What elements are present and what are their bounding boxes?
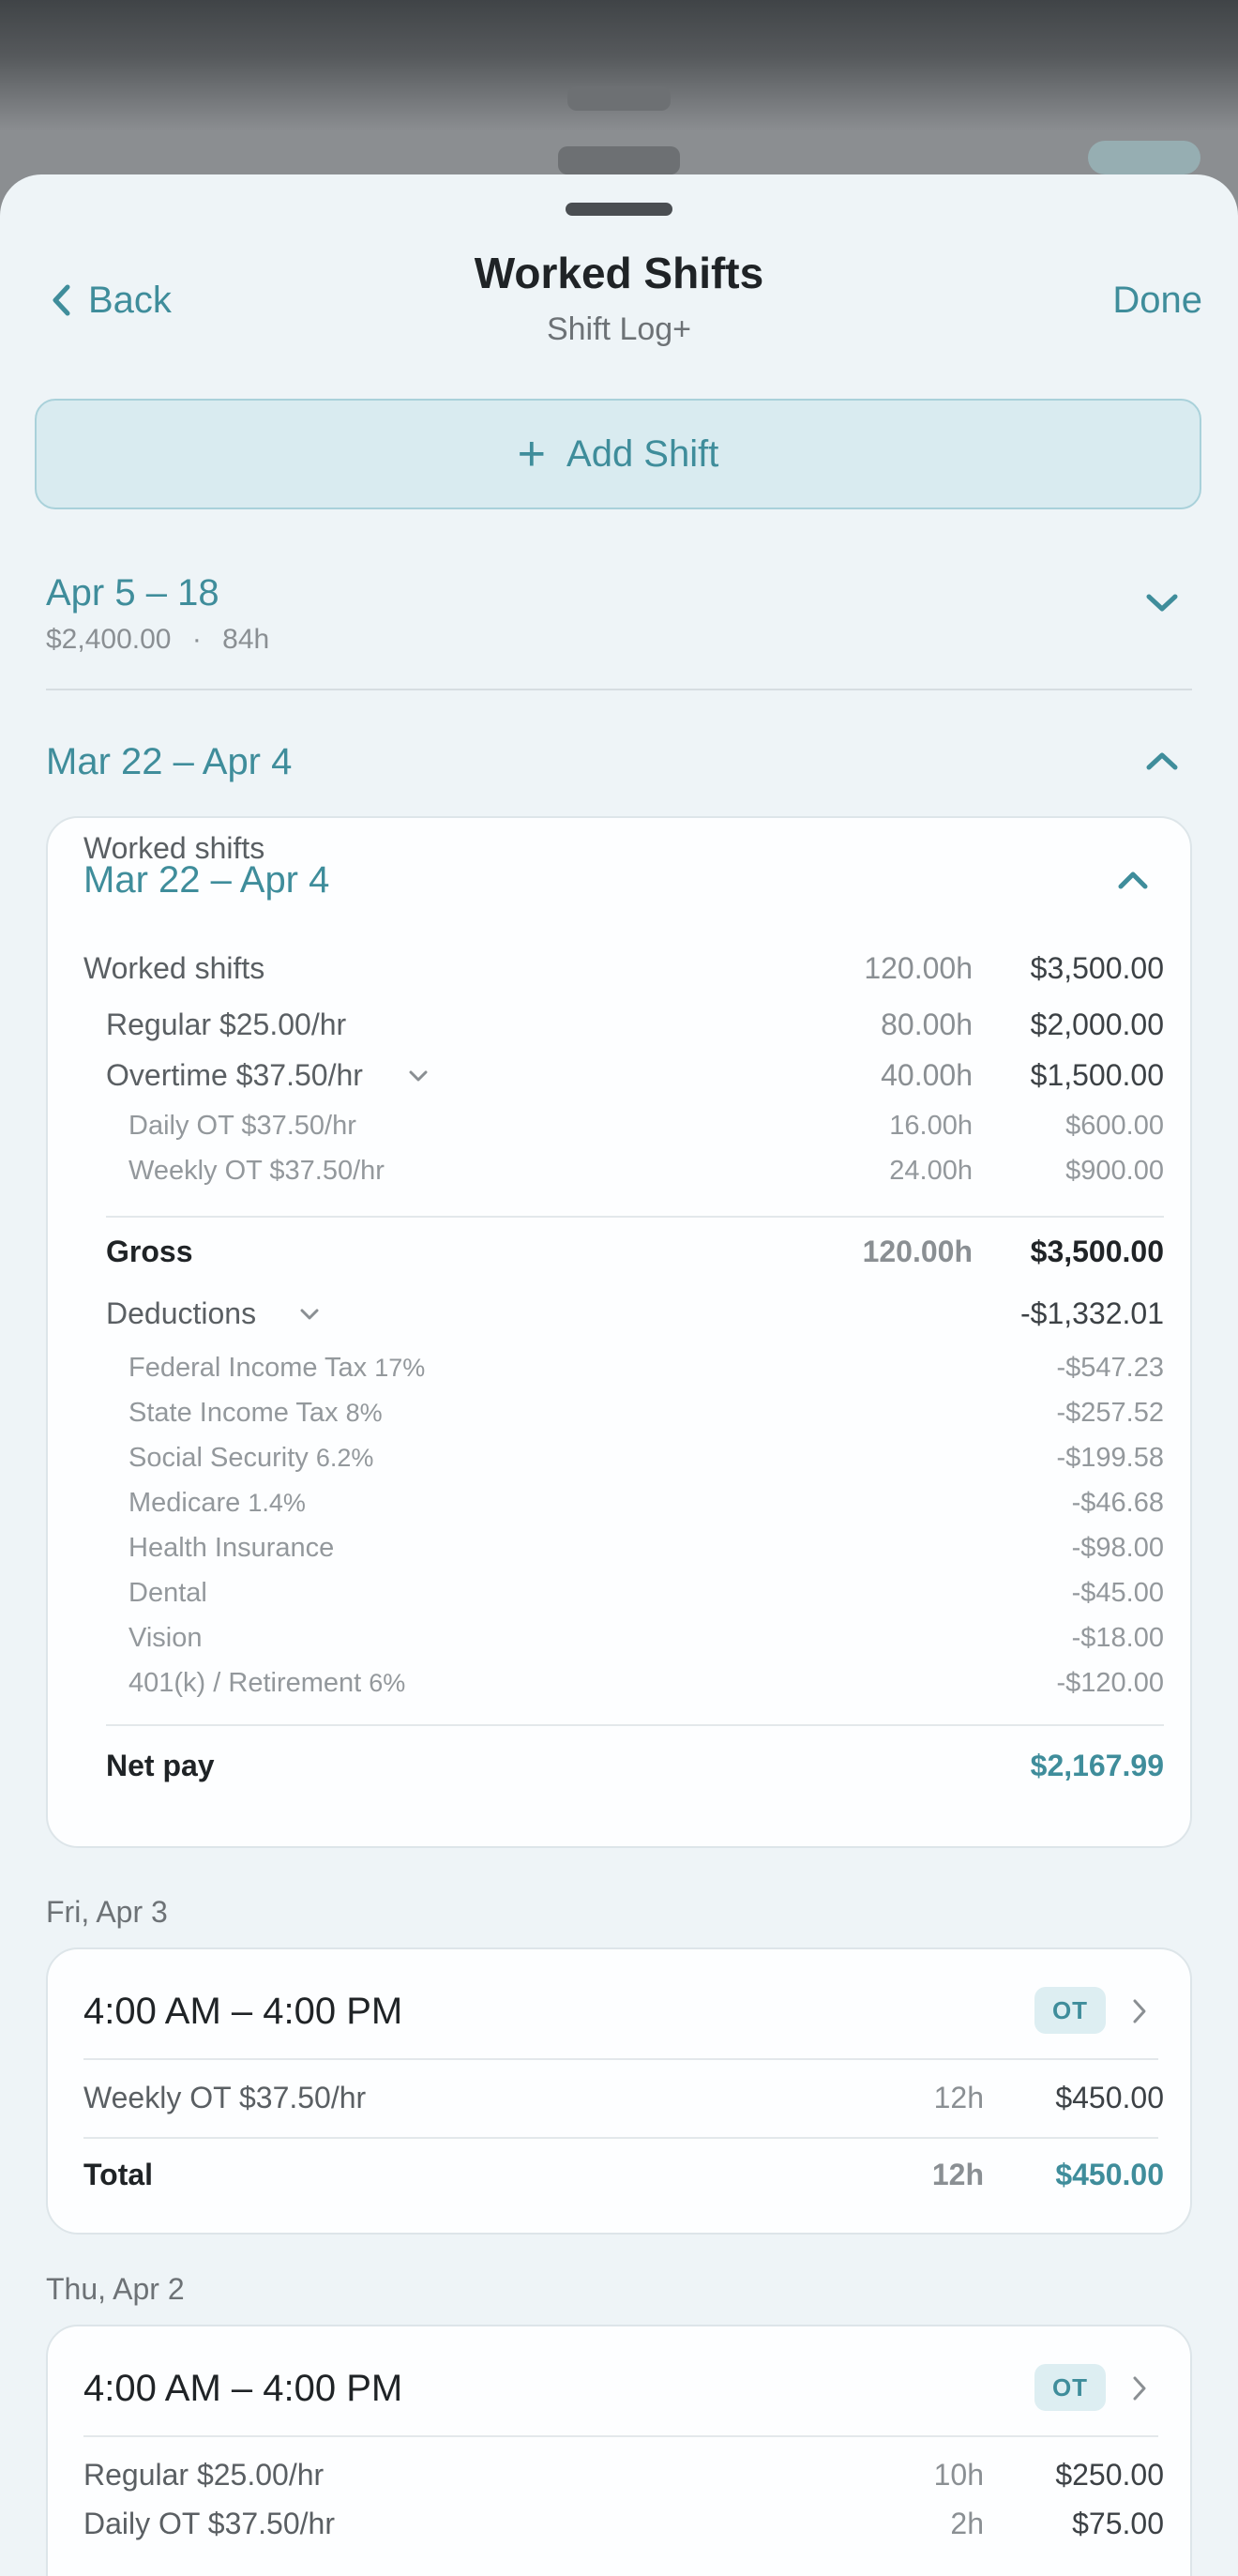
row-label: Total: [83, 2158, 154, 2191]
period-summary-card: Mar 22 – Apr 4 Worked shifts Worked shif…: [46, 816, 1192, 1848]
row-amount: $2,000.00: [1030, 1008, 1164, 1041]
row-label: Regular $25.00/hr: [83, 2458, 325, 2492]
row-label: Medicare 1.4%: [128, 1488, 306, 1519]
chevron-up-icon: [1146, 752, 1178, 770]
deduction-label: 401(k) / Retirement: [128, 1668, 362, 1698]
page-subtitle: Shift Log+: [546, 311, 692, 347]
row-amount: -$547.23: [1056, 1353, 1165, 1383]
row-label: Health Insurance: [128, 1533, 335, 1563]
row-amount: $450.00: [1055, 2081, 1164, 2114]
row-label: 401(k) / Retirement 6%: [128, 1668, 405, 1699]
row-label: Dental: [128, 1578, 207, 1608]
add-shift-button[interactable]: + Add Shift: [35, 399, 1201, 509]
row-label: Social Security 6.2%: [128, 1443, 373, 1474]
row-amount: $250.00: [1055, 2458, 1164, 2492]
row-label: Overtime $37.50/hr: [106, 1058, 363, 1092]
meta-separator: ·: [191, 624, 202, 655]
add-shift-label: Add Shift: [566, 432, 719, 475]
row-amount: -$18.00: [1071, 1623, 1164, 1653]
row-amount: $2,167.99: [1030, 1749, 1164, 1782]
deduction-label: Social Security: [128, 1443, 309, 1473]
done-button[interactable]: Done: [1112, 280, 1202, 322]
period-divider: [46, 689, 1192, 690]
row-amount: -$120.00: [1056, 1668, 1165, 1698]
row-label: State Income Tax 8%: [128, 1398, 383, 1429]
period-meta: $2,400.00 · 84h: [46, 624, 1192, 656]
row-label: Daily OT $37.50/hr: [128, 1111, 356, 1141]
row-amount: -$98.00: [1071, 1533, 1164, 1563]
chevron-down-icon: [300, 1309, 319, 1320]
row-amount: $600.00: [1065, 1111, 1164, 1141]
row-label: Worked shifts: [83, 831, 265, 865]
deduction-pct: 6.2%: [315, 1444, 374, 1472]
deduction-label: State Income Tax: [128, 1398, 339, 1428]
shift-card[interactable]: 4:00 AM – 4:00 PM OT Weekly OT $37.50/hr…: [46, 1947, 1192, 2235]
row-amount: $1,500.00: [1030, 1058, 1164, 1092]
ot-badge: OT: [1034, 1987, 1106, 2034]
page-title: Worked Shifts: [474, 249, 764, 297]
plus-icon: +: [517, 427, 547, 481]
chevron-right-icon: [1133, 2376, 1146, 2401]
deduction-label: Federal Income Tax: [128, 1353, 368, 1383]
chevron-right-icon: [1133, 1999, 1146, 2023]
deduction-pct: 17%: [374, 1354, 426, 1382]
row-label: Weekly OT $37.50/hr: [128, 1156, 385, 1186]
period-hours: 84h: [222, 624, 270, 655]
row-amount: -$46.68: [1071, 1488, 1164, 1518]
divider: [83, 2435, 1158, 2437]
background-placeholder: [567, 86, 671, 111]
background-placeholder: [558, 146, 680, 174]
day-header: Fri, Apr 3: [46, 1895, 168, 1929]
row-amount: -$45.00: [1071, 1578, 1164, 1608]
row-amount: -$1,332.01: [1019, 1296, 1164, 1330]
row-amount: -$257.52: [1056, 1398, 1165, 1428]
row-amount: -$199.58: [1056, 1443, 1165, 1473]
day-header: Thu, Apr 2: [46, 2272, 185, 2306]
row-label: Daily OT $37.50/hr: [83, 2507, 335, 2540]
period-amount: $2,400.00: [46, 624, 172, 655]
row-amount: $900.00: [1065, 1156, 1164, 1186]
row-amount: $3,500.00: [1030, 951, 1164, 985]
chevron-down-icon: [409, 1070, 428, 1082]
shift-time: 4:00 AM – 4:00 PM: [83, 2368, 403, 2409]
deduction-pct: 1.4%: [248, 1489, 306, 1517]
chevron-down-icon: [1146, 594, 1178, 612]
row-label: Vision: [128, 1623, 203, 1653]
deduction-pct: 8%: [345, 1399, 383, 1427]
row-amount: $75.00: [1072, 2507, 1164, 2540]
row-label: Federal Income Tax 17%: [128, 1353, 425, 1384]
worked-shifts-sheet: Back Worked Shifts Shift Log+ Done + Add…: [0, 174, 1238, 2576]
row-label: Deductions: [106, 1296, 257, 1330]
divider: [106, 1724, 1164, 1726]
background-placeholder: [1088, 141, 1200, 174]
row-amount: $3,500.00: [1030, 1235, 1164, 1268]
row-label: Gross: [106, 1235, 193, 1268]
pay-period-row[interactable]: Apr 5 – 18 $2,400.00 · 84h: [46, 572, 1192, 657]
period-title: Mar 22 – Apr 4: [46, 741, 293, 782]
deduction-label: Medicare: [128, 1488, 241, 1518]
pay-period-row[interactable]: Mar 22 – Apr 4: [46, 741, 1192, 797]
row-label: Worked shifts: [83, 951, 265, 985]
period-title: Apr 5 – 18: [46, 572, 219, 614]
ot-badge: OT: [1034, 2364, 1106, 2411]
shift-time: 4:00 AM – 4:00 PM: [83, 1991, 403, 2032]
row-amount: $450.00: [1055, 2158, 1164, 2191]
row-label: Weekly OT $37.50/hr: [83, 2081, 367, 2114]
shift-card[interactable]: 4:00 AM – 4:00 PM OT Regular $25.00/hr 1…: [46, 2325, 1192, 2576]
divider: [83, 2137, 1158, 2139]
deduction-pct: 6%: [369, 1669, 406, 1697]
row-label: Regular $25.00/hr: [106, 1008, 347, 1041]
divider: [106, 1216, 1164, 1218]
chevron-up-icon[interactable]: [1117, 871, 1149, 889]
sheet-grabber[interactable]: [566, 203, 672, 216]
row-label: Net pay: [106, 1749, 215, 1782]
divider: [83, 2058, 1158, 2060]
